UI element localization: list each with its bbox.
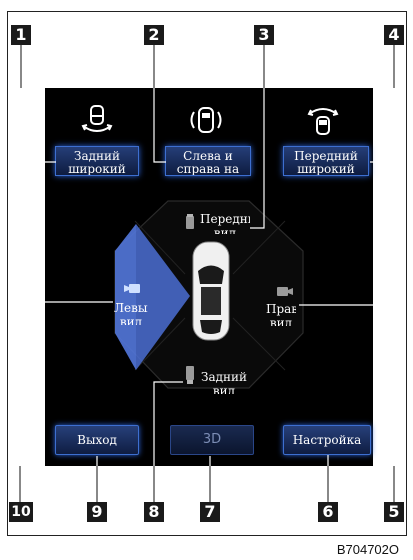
exit-button[interactable]: Выход <box>55 425 139 455</box>
side-view-icon <box>190 107 222 133</box>
front-wide-view-icon <box>307 108 339 135</box>
right-view-label[interactable]: Правый вид <box>266 302 296 326</box>
rear-camera-icon <box>186 366 194 384</box>
callout-9: 9 <box>87 502 107 522</box>
3d-button[interactable]: 3D <box>170 425 254 455</box>
rear-wide-button[interactable]: Задний широкий <box>55 146 139 176</box>
left-view-label[interactable]: Левый вид <box>114 301 148 325</box>
callout-10: 10 <box>9 502 33 522</box>
car-top-view-icon <box>192 241 230 341</box>
rear-view-label[interactable]: Задний вид <box>198 370 250 394</box>
callout-5: 5 <box>384 502 404 522</box>
figure-code: B704702O <box>336 542 399 557</box>
settings-button[interactable]: Настройка <box>283 425 371 455</box>
front-view-label[interactable]: Передний вид <box>200 212 250 234</box>
side-views-button[interactable]: Слева и справа на <box>165 146 251 176</box>
front-wide-button[interactable]: Передний широкий <box>283 146 369 176</box>
callout-6: 6 <box>318 502 338 522</box>
callout-8: 8 <box>144 502 164 522</box>
callout-7: 7 <box>200 502 220 522</box>
rear-wide-view-icon <box>81 105 113 132</box>
view-selector <box>114 200 304 389</box>
callout-3: 3 <box>254 25 274 45</box>
callout-4: 4 <box>384 25 404 45</box>
camera-screen <box>45 88 373 466</box>
left-camera-icon <box>124 284 140 293</box>
front-camera-icon <box>186 214 194 229</box>
right-camera-icon <box>277 287 293 296</box>
callout-1: 1 <box>11 25 31 45</box>
callout-2: 2 <box>144 25 164 45</box>
